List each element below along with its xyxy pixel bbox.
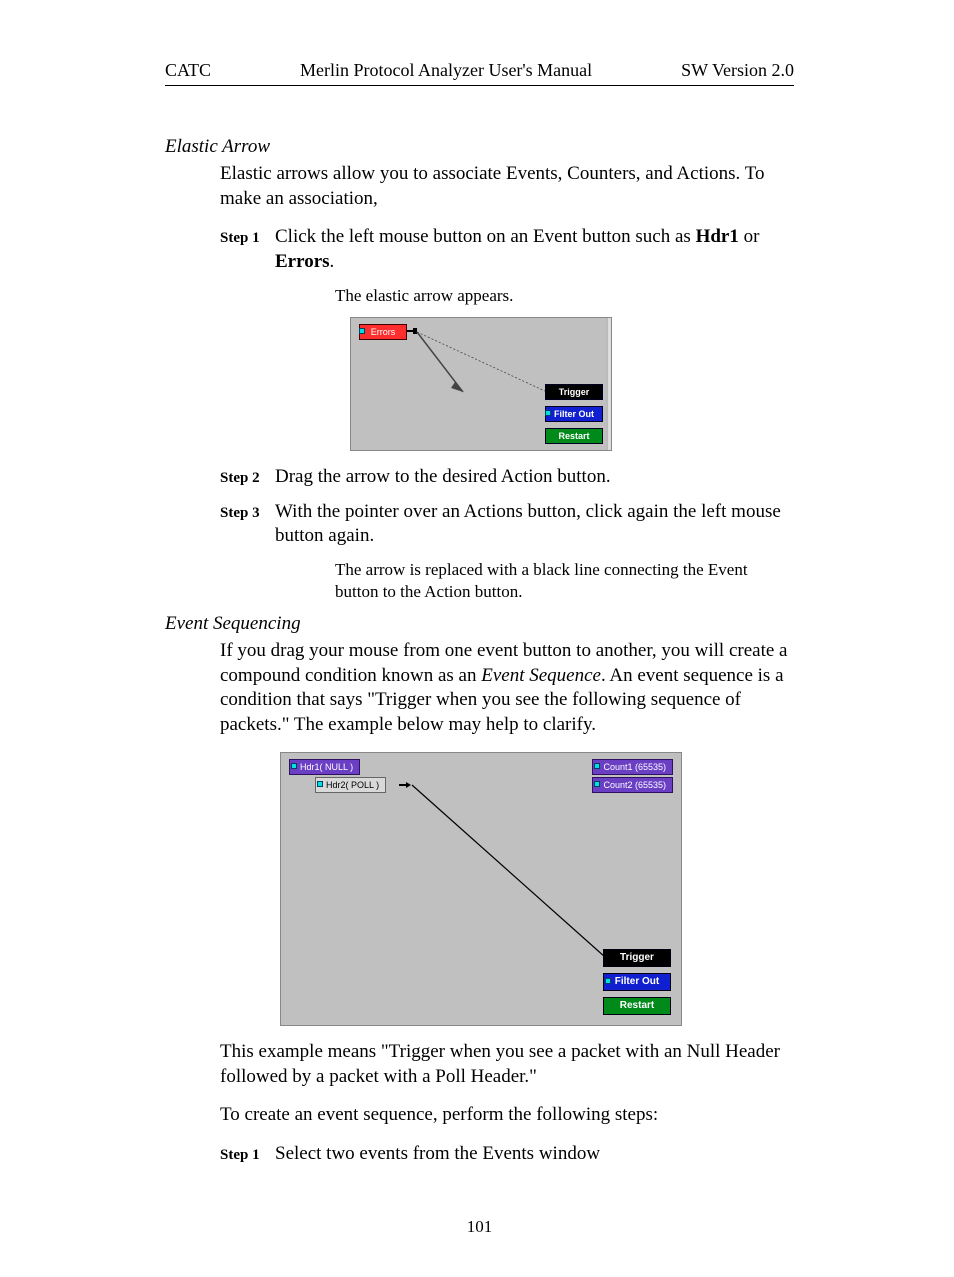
handle-icon — [545, 410, 551, 416]
figure-1-wrap: Errors Trigger Filter Out Restart — [165, 317, 794, 451]
step-3-label: Step 3 — [220, 504, 275, 524]
action-button-filter-out[interactable]: Filter Out — [603, 973, 671, 991]
section-title-elastic-arrow: Elastic Arrow — [165, 136, 794, 158]
restart-label: Restart — [620, 1000, 654, 1011]
seq-step-1-label: Step 1 — [220, 1146, 275, 1166]
handle-icon — [359, 328, 365, 334]
event-errors-label: Errors — [371, 327, 396, 337]
handle-icon — [594, 763, 600, 769]
elastic-arrow-intro: Elastic arrows allow you to associate Ev… — [165, 162, 794, 211]
step-3-text: With the pointer over an Actions button,… — [275, 500, 794, 549]
counter-button-count1[interactable]: Count1 (65535) — [592, 759, 673, 775]
connector-stub-icon — [399, 784, 407, 786]
filter-label: Filter Out — [615, 976, 659, 987]
header-right: SW Version 2.0 — [681, 60, 794, 81]
action-button-restart[interactable]: Restart — [545, 428, 603, 444]
elastic-arrow-subnote-2: The arrow is replaced with a black line … — [165, 559, 794, 603]
filter-label: Filter Out — [554, 409, 594, 419]
action-button-trigger[interactable]: Trigger — [603, 949, 671, 967]
event-button-hdr2[interactable]: Hdr2( POLL ) — [315, 777, 386, 793]
elastic-arrow-subnote-1: The elastic arrow appears. — [165, 285, 794, 307]
header-left: CATC — [165, 60, 211, 81]
step-2: Step 2 Drag the arrow to the desired Act… — [165, 465, 794, 490]
seq-step-1: Step 1 Select two events from the Events… — [165, 1142, 794, 1167]
running-header: CATC Merlin Protocol Analyzer User's Man… — [165, 60, 794, 86]
event-button-hdr1[interactable]: Hdr1( NULL ) — [289, 759, 360, 775]
section-title-event-sequencing: Event Sequencing — [165, 613, 794, 635]
event-sequencing-p2: This example means "Trigger when you see… — [165, 1040, 794, 1089]
seq-step-1-text: Select two events from the Events window — [275, 1142, 794, 1167]
restart-label: Restart — [558, 431, 589, 441]
p1b: Event Sequence — [481, 665, 601, 686]
figure-2-wrap: Hdr1( NULL ) Hdr2( POLL ) Count1 (65535)… — [165, 752, 794, 1026]
step-1-hdr1: Hdr1 — [696, 226, 739, 247]
figure-1-panel: Errors Trigger Filter Out Restart — [350, 317, 612, 451]
count1-label: Count1 (65535) — [603, 762, 666, 772]
step-2-text: Drag the arrow to the desired Action but… — [275, 465, 794, 490]
step-1-text: Click the left mouse button on an Event … — [275, 225, 794, 274]
handle-icon — [594, 781, 600, 787]
step-1-text-a: Click the left mouse button on an Event … — [275, 226, 696, 247]
step-1-text-c: or — [739, 226, 760, 247]
step-3: Step 3 With the pointer over an Actions … — [165, 500, 794, 549]
step-1-label: Step 1 — [220, 229, 275, 249]
step-1-text-e: . — [330, 251, 335, 272]
handle-icon — [291, 763, 297, 769]
trigger-label: Trigger — [559, 387, 590, 397]
count2-label: Count2 (65535) — [603, 780, 666, 790]
event-button-errors[interactable]: Errors — [359, 324, 407, 340]
trigger-label: Trigger — [620, 952, 654, 963]
event-sequencing-p1: If you drag your mouse from one event bu… — [165, 639, 794, 738]
step-1: Step 1 Click the left mouse button on an… — [165, 225, 794, 274]
page: CATC Merlin Protocol Analyzer User's Man… — [0, 0, 954, 1277]
action-button-filter-out[interactable]: Filter Out — [545, 406, 603, 422]
page-number: 101 — [165, 1217, 794, 1237]
event-sequencing-p3: To create an event sequence, perform the… — [165, 1103, 794, 1128]
handle-icon — [317, 781, 323, 787]
hdr1-label: Hdr1( NULL ) — [300, 762, 353, 772]
step-2-label: Step 2 — [220, 469, 275, 489]
action-button-restart[interactable]: Restart — [603, 997, 671, 1015]
header-center: Merlin Protocol Analyzer User's Manual — [211, 60, 681, 81]
handle-icon — [605, 978, 611, 984]
counter-button-count2[interactable]: Count2 (65535) — [592, 777, 673, 793]
hdr2-label: Hdr2( POLL ) — [326, 780, 379, 790]
connector-stub-icon — [407, 330, 414, 332]
step-1-errors: Errors — [275, 251, 330, 272]
figure-2-panel: Hdr1( NULL ) Hdr2( POLL ) Count1 (65535)… — [280, 752, 682, 1026]
action-button-trigger[interactable]: Trigger — [545, 384, 603, 400]
